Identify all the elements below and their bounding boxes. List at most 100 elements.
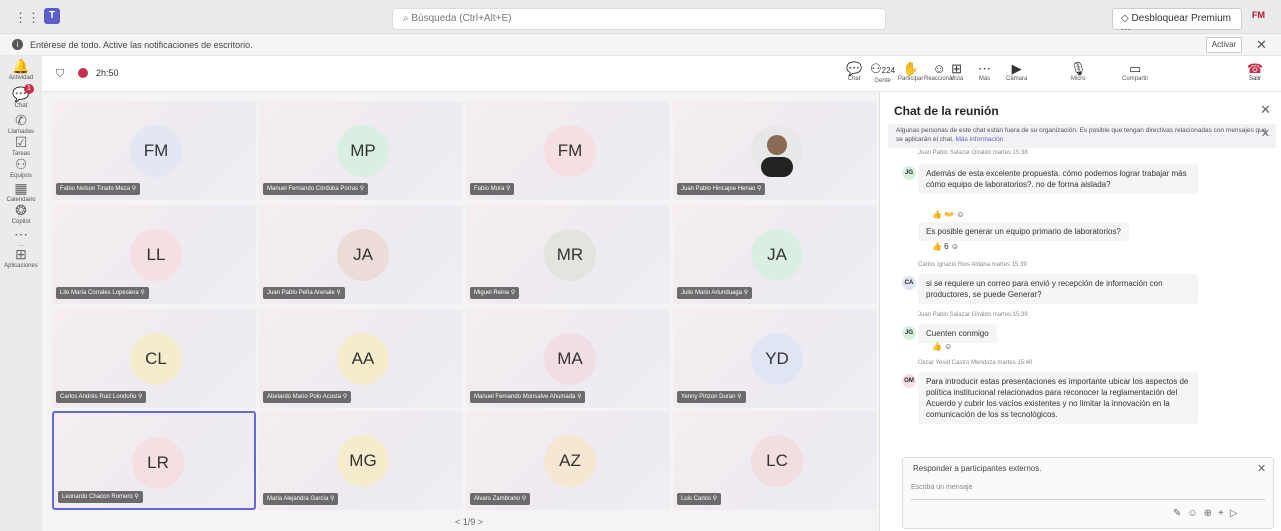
unlock-premium-button[interactable]: ◇ Desbloquear Premium ··· [1112,8,1242,35]
participant-name: Carlos Andrés Ruiz Londoño ⚲ [56,391,147,403]
mic-icon: ⚲ [132,494,139,500]
participant-avatar: FM [130,125,182,177]
participant-avatar: FM [544,125,596,177]
participant-tile[interactable]: LC Luis Carlos ⚲ [673,411,877,510]
reply-header: Responder a participantes externos. [913,464,1042,473]
participant-tile[interactable]: JA Julio Mario Arlunduaga ⚲ [673,205,877,304]
sender-avatar: OM [902,374,916,388]
participant-name-text: Abelardo Mario Polo Acosta [267,394,342,400]
participant-tile[interactable]: Juan Pablo Hincapie Henao ⚲ [673,101,877,200]
rail-item-bell[interactable]: 🔔 Actividad [0,58,42,81]
participant-avatar: YD [751,333,803,385]
mic-icon: ⚲ [136,394,143,400]
control-micro[interactable]: 🎙 Micro [1070,62,1087,83]
chat-message: si se requiere un correo para envió y re… [918,274,1198,304]
participant-name: Manuel Fernando Monsalve Ahumada ⚲ [470,391,586,403]
participant-tile[interactable]: LL Lilo María Corrales Lopesiera ⚲ [52,205,256,304]
rail-item-phone[interactable]: ✆ Llamadas [0,112,42,135]
mic-icon: ⚲ [334,290,341,296]
participant-tile[interactable]: MG Maria Alejandra García ⚲ [259,411,463,510]
participant-name-text: Julio Mario Arlunduaga [681,290,743,296]
control-gente[interactable]: ⚇224 Gente [870,62,895,85]
control-cámara[interactable]: ▶ Cámara [1006,62,1027,83]
send-icon[interactable]: ▷ [1230,508,1244,519]
participant-name: Lilo María Corrales Lopesiera ⚲ [56,287,149,299]
mic-icon: ⚲ [130,186,137,192]
participant-avatar: MR [544,229,596,281]
participant-name-text: Juan Pablo Hincapie Henao [681,186,756,192]
format-icon[interactable]: ✎ [1173,508,1187,519]
attach-icon[interactable]: ⊕ [1204,508,1218,519]
avatar[interactable]: FM [1252,10,1274,28]
control-label: Chat [847,76,861,82]
participant-avatar: LC [751,435,803,487]
participant-tile[interactable]: YD Yenny Pinzon Duran ⚲ [673,309,877,408]
message-meta: Oscar Yesid Castro Mendoza martes 15:40 [918,360,1033,366]
participant-avatar: MG [337,435,389,487]
close-icon[interactable]: ✕ [1261,129,1270,140]
emoji-icon[interactable]: ☺ [1187,508,1203,519]
rail-label: Aplicaciones [4,263,38,269]
notification-text: Entérese de todo. Active las notificacio… [30,40,253,50]
participant-tile[interactable]: MP Manuel Fernando Córdoba Porras ⚲ [259,101,463,200]
participant-tile[interactable]: FM Fabio Nelson Tirado Meza ⚲ [52,101,256,200]
compose-tools[interactable]: ✎☺⊕+▷ [1173,508,1244,519]
message-reactions[interactable]: 👍 6 ☺ [932,242,959,251]
message-reactions[interactable]: 👍 ☺ [932,342,952,351]
pager[interactable]: < 1/9 > [455,517,483,527]
participant-name: Maria Alejandra García ⚲ [263,493,339,505]
rail-item-copilot[interactable]: ❂ Copilot [0,202,42,225]
rail-item-calendar[interactable]: ▦ Calendario [0,180,42,203]
mic-icon: ⚲ [328,496,335,502]
control-chat[interactable]: 💬 Chat [846,62,862,83]
participant-tile[interactable]: AZ Alvaro Zambrano ⚲ [466,411,670,510]
notification-badge: 1 [24,84,34,94]
participant-name-text: Miguel Reina [474,290,510,296]
mic-icon: ⚲ [509,290,516,296]
control-compartir[interactable]: ▭ Compartir [1122,62,1148,83]
participant-tile[interactable]: JA Juan Pablo Peña Arenale ⚲ [259,205,463,304]
view-icon: ⊞ [951,61,963,76]
control-vista[interactable]: ⊞ Vista [950,61,963,83]
control-participar[interactable]: ✋ Participar [898,61,924,83]
participant-tile[interactable]: FM Fabio Mora ⚲ [466,101,670,200]
participant-name-text: Manuel Fernando Córdoba Porras [267,186,359,192]
activate-button[interactable]: Activar [1206,37,1242,53]
person-photo-icon [761,135,793,177]
close-icon[interactable]: ✕ [1260,102,1271,118]
bell-icon: 🔔 [12,58,30,74]
raise-hand-icon: ✋ [902,61,919,76]
participant-tile[interactable]: AA Abelardo Mario Polo Acosta ⚲ [259,309,463,408]
rail-label: Copilot [11,219,31,225]
shield-icon: ⛉ [56,68,65,80]
external-banner: Algunas personas de este chat están fuer… [888,124,1276,148]
control-label: Participar [898,76,924,82]
rail-item-apps[interactable]: ⊞ Aplicaciones [0,246,42,269]
diamond-icon: ◇ [1121,13,1132,24]
leave-button[interactable]: ☎ Salir [1242,61,1268,83]
participant-tile[interactable]: MA Manuel Fernando Monsalve Ahumada ⚲ [466,309,670,408]
participant-name: Juan Pablo Hincapie Henao ⚲ [677,183,766,195]
message-reactions[interactable]: 👍 👐 ☺ [932,210,965,219]
message-input[interactable]: Escriba un mensaje [911,484,1265,500]
rail-item-tasks[interactable]: ☑ Tareas [0,134,42,157]
participant-name-text: Alvaro Zambrano [474,496,521,502]
participant-name-text: Fabio Mora [474,186,505,192]
participant-tile[interactable]: CL Carlos Andrés Ruiz Londoño ⚲ [52,309,256,408]
close-icon[interactable]: ✕ [1257,462,1266,475]
participant-tile[interactable]: LR Leonardo Chacon Romero ⚲ [52,411,256,510]
meeting-timer: 2h:50 [96,68,119,78]
rail-item-teams[interactable]: ⚇ Equipos [0,156,42,179]
search-input[interactable]: ⌕ Búsqueda (Ctrl+Alt+E) [392,8,886,30]
rail-item-chat[interactable]: 💬 1 Chat [0,84,42,109]
close-icon[interactable]: ✕ [1256,37,1267,53]
mic-icon: ⚲ [575,394,582,400]
chat-message: Para introducir estas presentaciones es … [918,372,1198,424]
participant-tile[interactable]: MR Miguel Reina ⚲ [466,205,670,304]
more-info-link[interactable]: Más información [956,136,1004,143]
hang-up-icon: ☎ [1246,61,1264,76]
add-icon[interactable]: + [1218,508,1230,519]
teams-icon: ⚇ [14,156,28,172]
tasks-icon: ☑ [14,134,28,150]
control-más[interactable]: ⋯ Más [978,62,991,83]
